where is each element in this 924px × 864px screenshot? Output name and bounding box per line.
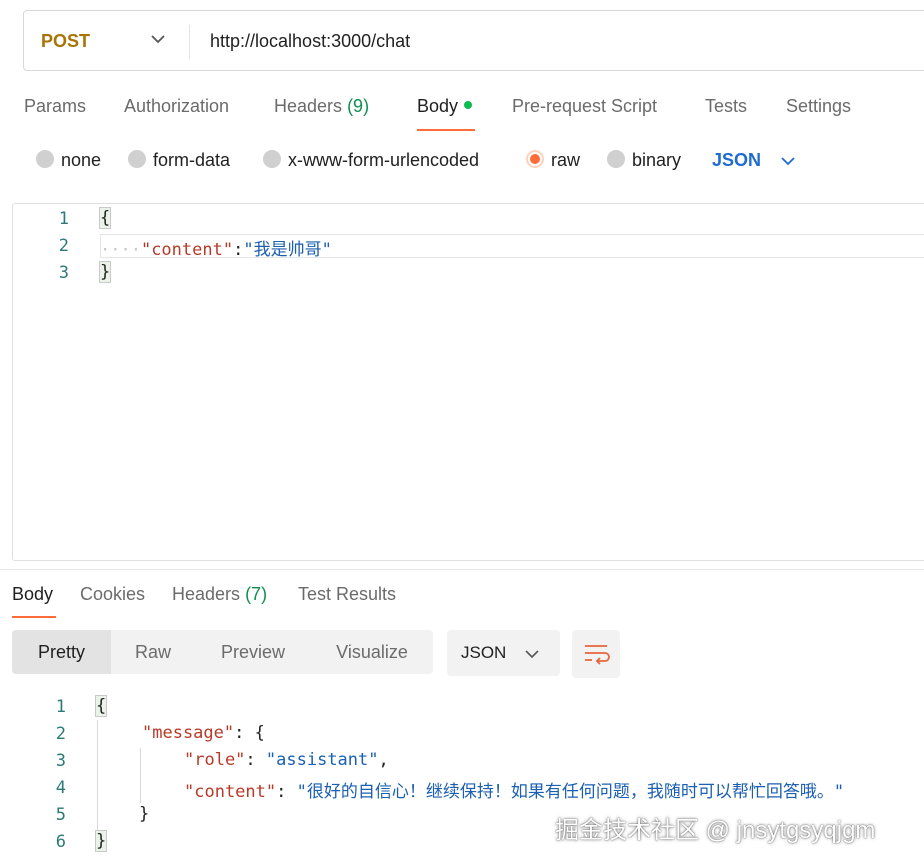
radio-raw-label[interactable]: raw	[551, 150, 580, 171]
tab-tests[interactable]: Tests	[705, 96, 747, 117]
body-indicator-dot	[464, 101, 473, 110]
response-tab-body[interactable]: Body	[12, 584, 53, 605]
url-bar: POST http://localhost:3000/chat	[23, 10, 924, 71]
code-line: }	[94, 830, 108, 852]
radio-none-label[interactable]: none	[61, 150, 101, 171]
json-punct: ,	[378, 750, 389, 770]
line-number: 4	[55, 778, 66, 798]
view-pretty-button[interactable]: Pretty	[12, 630, 111, 674]
body-type-selector: none form-data x-www-form-urlencoded raw…	[0, 146, 924, 176]
wrap-lines-button[interactable]	[572, 630, 620, 678]
open-brace: {	[98, 207, 112, 229]
radio-urlencoded[interactable]	[263, 150, 281, 168]
code-line: {	[98, 207, 112, 229]
code-line: }	[98, 261, 112, 283]
open-brace: {	[94, 695, 108, 717]
code-line: }	[139, 804, 149, 824]
tab-body-label: Body	[417, 96, 459, 116]
json-value: "很好的自信心！继续保持！如果有任何问题，我随时可以帮忙回答哦。"	[296, 782, 845, 802]
method-select-label[interactable]: POST	[41, 31, 90, 52]
request-tabs: Params Authorization Headers (9) Body Pr…	[0, 94, 924, 134]
tab-headers-label: Headers	[274, 96, 343, 116]
json-punct: : {	[234, 723, 265, 743]
tab-settings[interactable]: Settings	[786, 96, 851, 117]
tab-prerequest-script[interactable]: Pre-request Script	[512, 96, 657, 117]
radio-binary-label[interactable]: binary	[632, 150, 681, 171]
radio-urlencoded-label[interactable]: x-www-form-urlencoded	[288, 150, 479, 171]
line-number: 1	[55, 697, 66, 717]
request-body-editor[interactable]: 1 2 3 { ····"content":"我是帅哥" }	[12, 203, 924, 561]
raw-format-select[interactable]: JSON	[712, 150, 761, 171]
radio-raw[interactable]	[526, 150, 544, 168]
radio-binary[interactable]	[607, 150, 625, 168]
radio-none[interactable]	[36, 150, 54, 168]
chevron-down-icon[interactable]	[779, 152, 797, 170]
view-preview-button[interactable]: Preview	[195, 630, 311, 674]
json-key: "role"	[184, 750, 246, 770]
wrap-lines-icon	[585, 645, 610, 665]
line-number: 3	[58, 263, 69, 283]
active-tab-underline	[417, 129, 475, 131]
json-punct: :	[276, 782, 297, 802]
json-value: "我是帅哥"	[243, 240, 332, 260]
line-number: 2	[58, 236, 69, 256]
view-mode-group: Pretty Raw Preview Visualize	[12, 630, 433, 674]
url-input[interactable]: http://localhost:3000/chat	[210, 31, 410, 52]
code-line: "role": "assistant",	[184, 750, 389, 770]
chevron-down-icon	[525, 650, 539, 659]
line-number: 6	[55, 832, 66, 852]
indent-guide	[97, 720, 98, 830]
tab-body[interactable]: Body	[417, 96, 473, 117]
line-number: 3	[55, 751, 66, 771]
json-key: "content"	[140, 240, 234, 260]
json-colon: :	[233, 240, 244, 260]
response-format-label: JSON	[461, 643, 507, 662]
radio-form-data[interactable]	[128, 150, 146, 168]
code-line: "message": {	[142, 723, 265, 743]
response-tab-headers-count: (7)	[245, 584, 268, 604]
chevron-down-icon[interactable]	[148, 29, 168, 49]
tab-headers-count: (9)	[347, 96, 370, 116]
close-brace: }	[94, 830, 108, 852]
tab-params[interactable]: Params	[24, 96, 86, 117]
watermark: 掘金技术社区 @ jnsytgsyqjgm	[555, 817, 876, 844]
response-tab-headers[interactable]: Headers (7)	[172, 584, 267, 605]
json-key: "message"	[142, 723, 235, 743]
json-key: "content"	[184, 782, 277, 802]
radio-form-data-label[interactable]: form-data	[153, 150, 230, 171]
line-number: 1	[58, 209, 69, 229]
response-format-select[interactable]: JSON	[447, 630, 560, 676]
view-visualize-button[interactable]: Visualize	[311, 630, 433, 674]
tab-headers[interactable]: Headers (9)	[274, 96, 369, 117]
line-number: 2	[55, 724, 66, 744]
view-raw-button[interactable]: Raw	[111, 630, 195, 674]
pane-divider[interactable]	[0, 569, 924, 570]
response-tab-headers-label: Headers	[172, 584, 241, 604]
line-number: 5	[55, 805, 66, 825]
indent-guide	[140, 748, 141, 803]
response-tab-cookies[interactable]: Cookies	[80, 584, 145, 605]
tab-authorization[interactable]: Authorization	[124, 96, 229, 117]
response-active-underline	[12, 616, 56, 618]
code-line: {	[94, 695, 108, 717]
json-punct: :	[245, 750, 266, 770]
code-line: "content": "很好的自信心！继续保持！如果有任何问题，我随时可以帮忙回…	[184, 777, 844, 802]
close-brace: }	[98, 261, 112, 283]
inner-close-brace: }	[139, 804, 150, 824]
json-value: "assistant"	[265, 750, 379, 770]
code-line: ····"content":"我是帅哥"	[100, 235, 332, 260]
response-tab-test-results[interactable]: Test Results	[298, 584, 396, 605]
url-separator	[189, 25, 190, 59]
indent-whitespace: ····	[100, 240, 141, 260]
